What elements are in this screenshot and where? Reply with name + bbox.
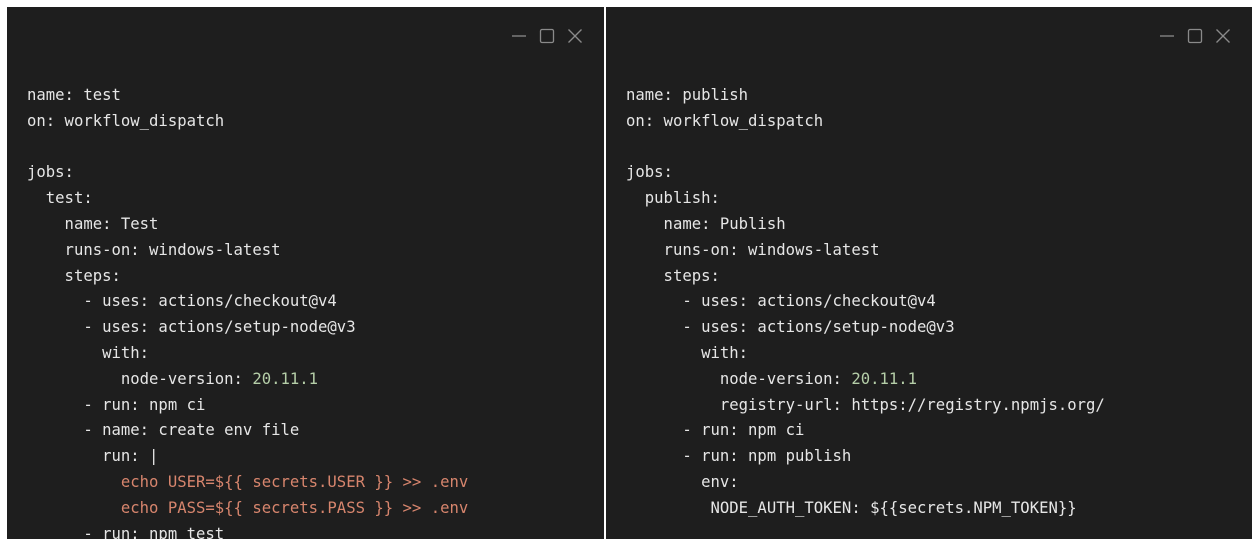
code-token: name: publish (626, 86, 749, 104)
code-line: echo PASS=${{ secrets.PASS }} >> .env (27, 496, 468, 522)
code-line: node-version: 20.11.1 (626, 367, 1105, 393)
code-token: - run: npm publish (626, 447, 852, 466)
code-line: runs-on: windows-latest (27, 238, 468, 264)
code-token: - run: npm test (27, 524, 225, 539)
code-token: name: Test (27, 214, 159, 233)
code-line: name: Test (27, 212, 468, 238)
code-token: - uses: actions/checkout@v4 (27, 292, 337, 311)
code-block: name: publish on: workflow_dispatch jobs: … (626, 83, 1105, 522)
code-line: with: (27, 341, 468, 367)
code-token: env: (626, 472, 739, 491)
maximize-icon[interactable] (1186, 27, 1204, 45)
code-token: echo USER=${{ secrets.USER }} >> .env (27, 472, 469, 491)
code-token: node-version: (626, 369, 852, 388)
code-token: test: (27, 189, 93, 208)
code-token: node-version: (27, 369, 253, 388)
code-line: name: Publish (626, 212, 1105, 238)
code-line: - run: npm publish (626, 444, 1105, 470)
code-token: steps: (27, 266, 121, 285)
code-line: steps: (27, 264, 468, 290)
code-line: node-version: 20.11.1 (27, 367, 468, 393)
maximize-icon[interactable] (538, 27, 556, 45)
code-token: echo PASS=${{ secrets.PASS }} >> .env (27, 498, 469, 517)
code-line: on: workflow_dispatch (626, 109, 1105, 135)
code-line: - uses: actions/setup-node@v3 (626, 315, 1105, 341)
minimize-icon[interactable] (1158, 27, 1176, 45)
code-line: jobs: (626, 160, 1105, 186)
code-line: - name: create env file (27, 418, 468, 444)
code-line: steps: (626, 264, 1105, 290)
code-token: - run: npm ci (27, 395, 206, 414)
code-line: - run: npm test (27, 522, 468, 539)
code-token: 20.11.1 (851, 369, 918, 388)
code-token: name: Publish (626, 214, 786, 233)
code-line: NODE_AUTH_TOKEN: ${{secrets.NPM_TOKEN}} (626, 496, 1105, 522)
code-token: - uses: actions/setup-node@v3 (27, 318, 356, 337)
window-controls (1158, 27, 1232, 45)
code-token: name: test (27, 86, 121, 104)
code-line: - run: npm ci (626, 418, 1105, 444)
code-line: - uses: actions/setup-node@v3 (27, 315, 468, 341)
code-line: name: test (27, 83, 468, 109)
code-token: registry-url: https://registry.npmjs.org… (626, 395, 1105, 414)
code-line: on: workflow_dispatch (27, 109, 468, 135)
code-line: jobs: (27, 160, 468, 186)
code-token: with: (27, 343, 150, 362)
code-line: runs-on: windows-latest (626, 238, 1105, 264)
code-line: publish: (626, 186, 1105, 212)
code-window-test: name: test on: workflow_dispatch jobs: tes… (7, 7, 604, 539)
code-token: steps: (626, 266, 720, 285)
minimize-icon[interactable] (510, 27, 528, 45)
code-token: 20.11.1 (252, 369, 319, 388)
code-token: with: (626, 343, 749, 362)
code-token: - run: npm ci (626, 421, 805, 440)
code-block: name: test on: workflow_dispatch jobs: tes… (27, 83, 468, 539)
code-line: echo USER=${{ secrets.USER }} >> .env (27, 470, 468, 496)
code-token: runs-on: windows-latest (27, 240, 281, 259)
code-line: - uses: actions/checkout@v4 (27, 289, 468, 315)
code-line: with: (626, 341, 1105, 367)
code-token: - uses: actions/setup-node@v3 (626, 318, 955, 337)
close-icon[interactable] (566, 27, 584, 45)
code-line: - run: npm ci (27, 393, 468, 419)
code-token: - name: create env file (27, 421, 300, 440)
code-token: jobs: (626, 163, 673, 182)
code-line: registry-url: https://registry.npmjs.org… (626, 393, 1105, 419)
code-token: on: workflow_dispatch (626, 111, 824, 130)
code-window-publish: name: publish on: workflow_dispatch jobs: … (606, 7, 1252, 539)
code-line: - uses: actions/checkout@v4 (626, 289, 1105, 315)
code-line: run: | (27, 444, 468, 470)
code-token: publish: (626, 189, 720, 208)
code-token: jobs: (27, 163, 74, 182)
code-line: name: publish (626, 83, 1105, 109)
code-token: NODE_AUTH_TOKEN: ${{secrets.NPM_TOKEN}} (626, 498, 1077, 517)
close-icon[interactable] (1214, 27, 1232, 45)
code-token: - uses: actions/checkout@v4 (626, 292, 936, 311)
code-line: env: (626, 470, 1105, 496)
code-line: test: (27, 186, 468, 212)
code-token: runs-on: windows-latest (626, 240, 880, 259)
code-token: on: workflow_dispatch (27, 111, 225, 130)
code-token: run: | (27, 447, 159, 466)
window-controls (510, 27, 584, 45)
